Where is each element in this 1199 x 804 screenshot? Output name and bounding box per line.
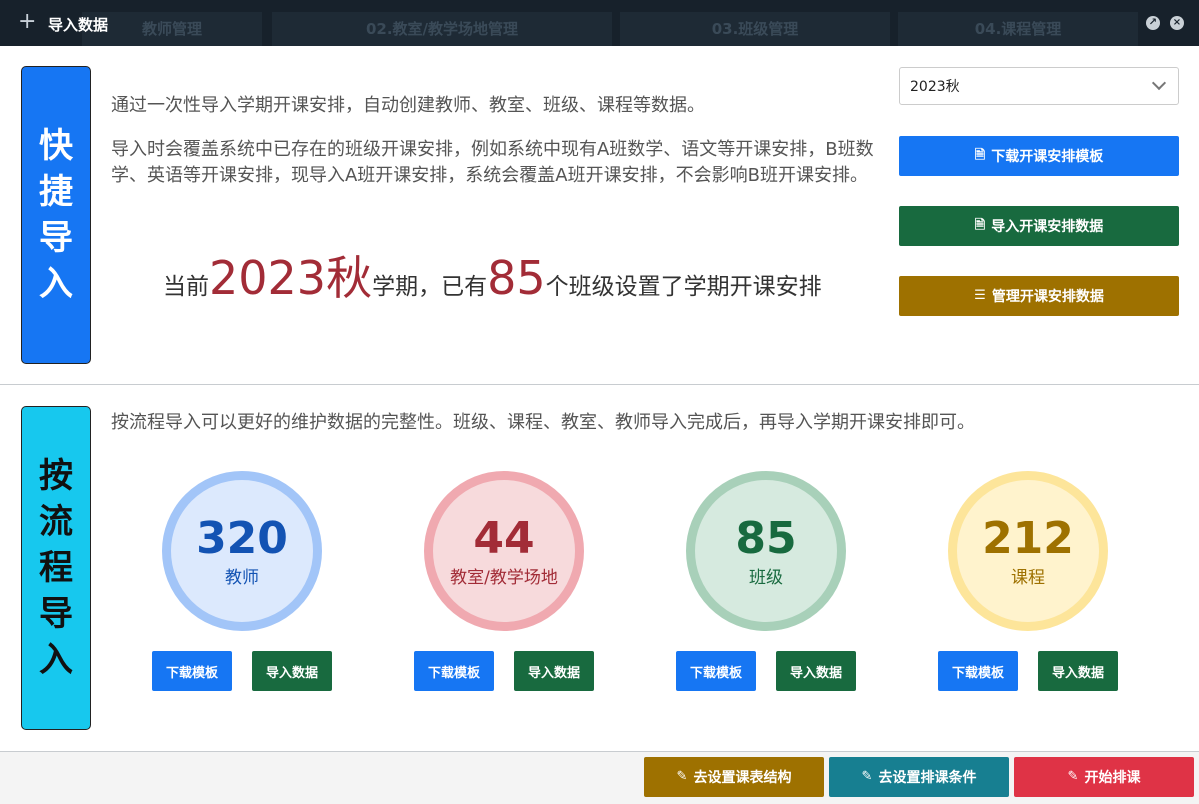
button-label: 开始排课: [1084, 770, 1141, 786]
class-import-button[interactable]: 导入数据: [776, 651, 856, 691]
quick-overwrite-note: 导入时会覆盖系统中已存在的班级开课安排，例如系统中现有A班数学、语文等开课安排，…: [111, 139, 874, 186]
label-char: 入: [39, 640, 73, 680]
download-schedule-template-button[interactable]: 🗎 下载开课安排模板: [899, 136, 1179, 176]
set-timetable-structure-button[interactable]: ✎ 去设置课表结构: [644, 757, 824, 797]
quick-import-label: 快 捷 导 入: [21, 66, 91, 364]
label-char: 入: [39, 264, 73, 304]
window-titlebar: 教师管理 02.教室/教学场地管理 03.班级管理 04.课程管理 + 导入数据…: [0, 0, 1199, 46]
bg-step-room: 02.教室/教学场地管理: [272, 12, 612, 46]
stat-count: 85: [487, 251, 546, 305]
manage-schedule-data-button[interactable]: ☰ 管理开课安排数据: [899, 276, 1179, 316]
teacher-count-circle: 320 教师: [162, 471, 322, 631]
room-download-template-button[interactable]: 下载模板: [414, 651, 494, 691]
import-schedule-data-button[interactable]: 🗎 导入开课安排数据: [899, 206, 1179, 246]
button-label: 下载开课安排模板: [991, 149, 1104, 165]
room-count-circle: 44 教室/教学场地: [424, 471, 584, 631]
button-label: 管理开课安排数据: [991, 289, 1104, 305]
course-import-button[interactable]: 导入数据: [1038, 651, 1118, 691]
room-count: 44: [473, 513, 535, 564]
bg-step-teacher: 教师管理: [82, 12, 262, 46]
restore-icon[interactable]: ↗: [1146, 16, 1160, 30]
teacher-download-template-button[interactable]: 下载模板: [152, 651, 232, 691]
file-download-icon: 🗎: [974, 148, 986, 163]
flow-intro-text: 按流程导入可以更好的维护数据的完整性。班级、课程、教室、教师导入完成后，再导入学…: [111, 412, 975, 433]
edit-icon: ✎: [861, 769, 873, 784]
semester-select[interactable]: 2023秋: [899, 67, 1179, 105]
semester-select-value: 2023秋: [910, 79, 960, 95]
button-label: 去设置排课条件: [878, 770, 977, 786]
stat-mid: 学期，已有: [372, 274, 488, 300]
label-char: 流: [39, 502, 73, 542]
checklist-icon: ☰: [974, 288, 986, 303]
label-char: 程: [39, 548, 73, 588]
edit-icon: ✎: [1067, 769, 1079, 784]
start-scheduling-button[interactable]: ✎ 开始排课: [1014, 757, 1194, 797]
course-count-circle: 212 课程: [948, 471, 1108, 631]
room-label: 教室/教学场地: [450, 568, 558, 588]
course-download-template-button[interactable]: 下载模板: [938, 651, 1018, 691]
flow-import-section: 按 流 程 导 入 按流程导入可以更好的维护数据的完整性。班级、课程、教室、教师…: [0, 386, 1199, 751]
label-char: 按: [39, 456, 73, 496]
bg-step-course: 04.课程管理: [898, 12, 1138, 46]
course-label: 课程: [1011, 568, 1045, 588]
class-label: 班级: [749, 568, 783, 588]
teacher-import-button[interactable]: 导入数据: [252, 651, 332, 691]
semester-stat: 当前2023秋学期，已有85个班级设置了学期开课安排: [163, 242, 822, 308]
button-label: 去设置课表结构: [693, 770, 792, 786]
flow-import-label: 按 流 程 导 入: [21, 406, 91, 730]
chevron-down-icon: [1151, 75, 1167, 91]
stat-semester: 2023秋: [209, 251, 373, 305]
button-label: 导入开课安排数据: [991, 219, 1104, 235]
label-char: 快: [39, 126, 73, 166]
set-scheduling-conditions-button[interactable]: ✎ 去设置排课条件: [829, 757, 1009, 797]
stat-prefix: 当前: [163, 274, 209, 300]
label-char: 导: [39, 594, 73, 634]
class-count: 85: [735, 513, 797, 564]
class-count-circle: 85 班级: [686, 471, 846, 631]
background-steps: 教师管理 02.教室/教学场地管理 03.班级管理 04.课程管理: [0, 0, 1199, 46]
teacher-label: 教师: [225, 568, 259, 588]
stat-suffix: 个班级设置了学期开课安排: [545, 274, 822, 300]
footer-bar: ✎ 去设置课表结构 ✎ 去设置排课条件 ✎ 开始排课: [0, 751, 1199, 804]
quick-import-section: 快 捷 导 入 通过一次性导入学期开课安排，自动创建教师、教室、班级、课程等数据…: [0, 46, 1199, 385]
label-char: 捷: [39, 172, 73, 212]
close-icon[interactable]: ×: [1170, 16, 1184, 30]
edit-icon: ✎: [676, 769, 688, 784]
plus-icon: +: [18, 9, 37, 34]
class-download-template-button[interactable]: 下载模板: [676, 651, 756, 691]
teacher-count: 320: [196, 513, 288, 564]
room-import-button[interactable]: 导入数据: [514, 651, 594, 691]
file-import-icon: 🗎: [974, 218, 986, 233]
quick-intro-text: 通过一次性导入学期开课安排，自动创建教师、教室、班级、课程等数据。: [111, 95, 705, 116]
bg-step-class: 03.班级管理: [620, 12, 890, 46]
course-count: 212: [982, 513, 1074, 564]
label-char: 导: [39, 218, 73, 258]
window-title: 导入数据: [48, 16, 109, 34]
